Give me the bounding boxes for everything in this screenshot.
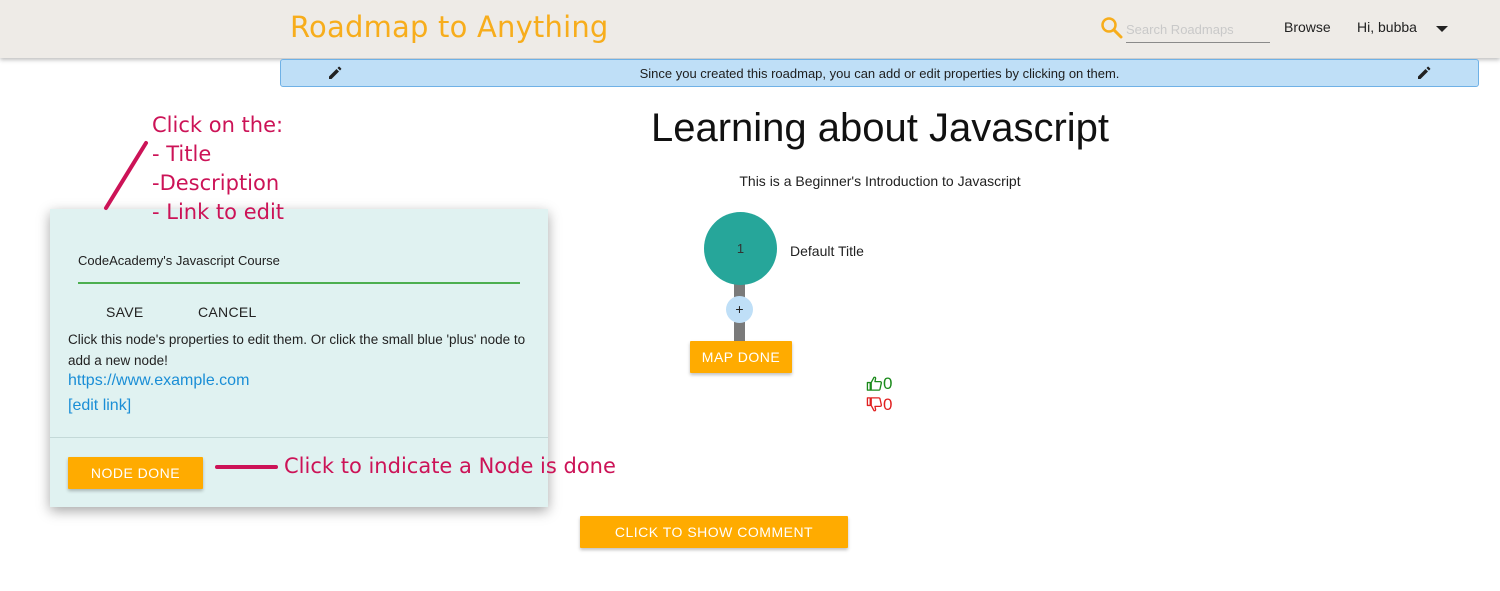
save-button[interactable]: SAVE [106,304,144,320]
chevron-down-icon[interactable] [1436,26,1448,32]
annotation-line: - Link to edit [152,200,285,224]
pencil-icon [1418,66,1431,79]
search-input[interactable] [1126,16,1270,43]
node-connector [734,322,745,342]
edit-link-button[interactable]: [edit link] [68,397,131,415]
user-menu-label[interactable]: Hi, bubba [1357,19,1417,35]
downvote-button[interactable]: 0 [866,394,892,415]
thumbs-down-icon [866,397,883,412]
thumbs-up-icon [866,376,883,391]
roadmap-node[interactable]: 1 [704,212,777,285]
upvote-count: 0 [883,373,893,393]
vote-widget: 0 0 [866,373,892,415]
panel-divider [50,437,548,438]
node-help-text[interactable]: Click this node's properties to edit the… [68,329,530,371]
annotation-line: -Description [152,171,280,195]
roadmap-title[interactable]: Learning about Javascript [560,106,1200,151]
annotation-edit-hint: Click on the: - Title -Description - Lin… [152,111,284,227]
cancel-button[interactable]: CANCEL [198,304,257,320]
downvote-count: 0 [883,394,893,414]
node-resource-link[interactable]: https://www.example.com [68,372,249,390]
annotation-line-title [104,141,148,210]
search-bar [1100,16,1270,50]
node-done-button[interactable]: NODE DONE [68,457,203,489]
app-title[interactable]: Roadmap to Anything [290,10,609,44]
upvote-button[interactable]: 0 [866,373,892,394]
top-navbar: Roadmap to Anything Browse Hi, bubba [0,0,1500,58]
map-done-button[interactable]: MAP DONE [690,341,792,373]
add-node-button[interactable]: + [726,296,753,323]
banner-text: Since you created this roadmap, you can … [639,66,1120,81]
field-underline [78,282,520,284]
annotation-line: - Title [152,142,212,166]
node-title-field[interactable]: CodeAcademy's Javascript Course [78,253,280,268]
annotation-line: Click on the: [152,113,284,137]
node-title[interactable]: Default Title [790,243,864,259]
browse-link[interactable]: Browse [1284,19,1331,35]
roadmap-description[interactable]: This is a Beginner's Introduction to Jav… [640,173,1120,189]
owner-info-banner: Since you created this roadmap, you can … [280,59,1479,87]
search-icon[interactable] [1100,16,1124,40]
annotation-node-done-hint: Click to indicate a Node is done [284,454,616,478]
show-comments-button[interactable]: CLICK TO SHOW COMMENT SECTION [580,516,848,572]
